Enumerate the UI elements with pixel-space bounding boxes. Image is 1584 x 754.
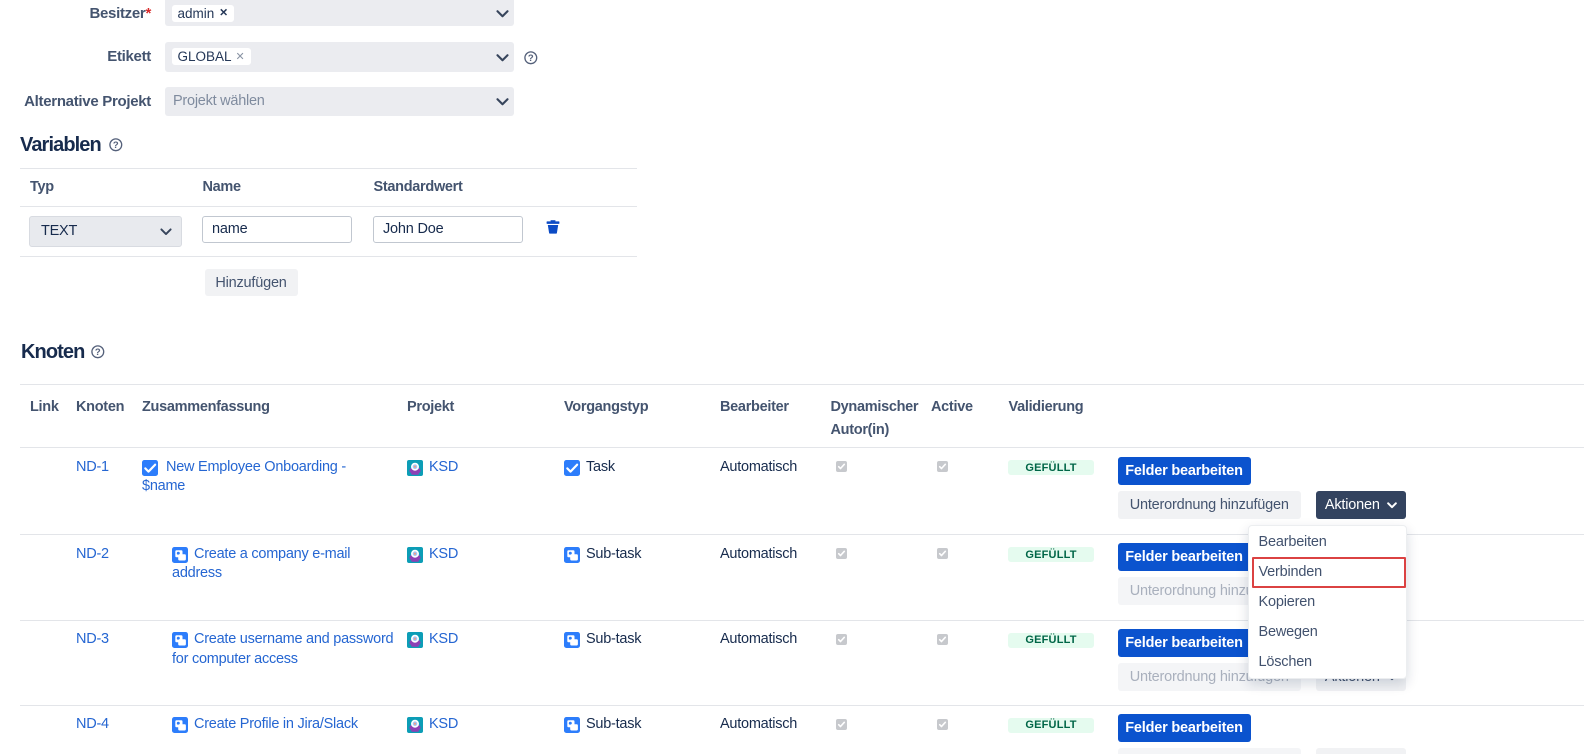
svg-text:?: ? (528, 53, 534, 64)
svg-text:?: ? (112, 140, 118, 151)
svg-text:?: ? (95, 347, 101, 358)
